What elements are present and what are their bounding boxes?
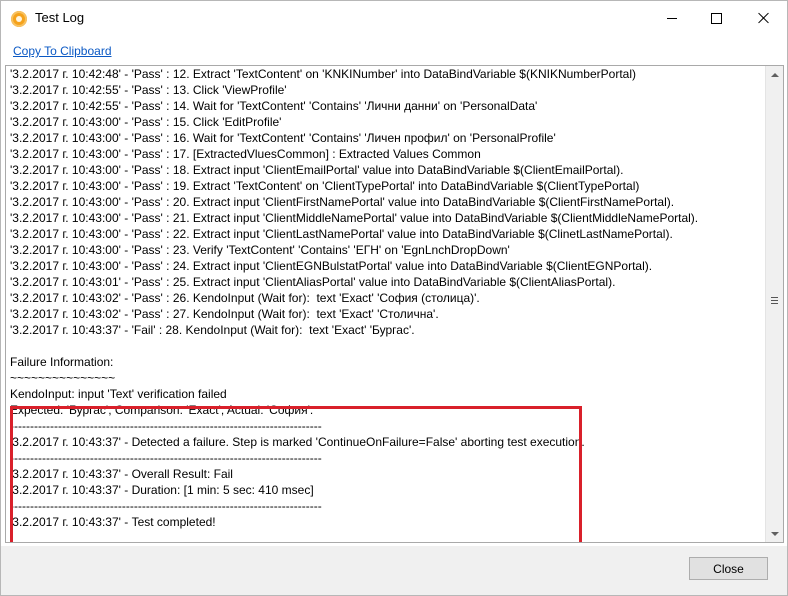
log-line: Failure Information: — [10, 355, 114, 369]
log-line: '3.2.2017 г. 10:42:55' - 'Pass' : 14. Wa… — [10, 99, 538, 113]
close-window-button[interactable] — [741, 1, 787, 35]
log-line: Expected: 'Бургас', Comparison: 'Exact',… — [10, 403, 314, 417]
maximize-button[interactable] — [693, 1, 739, 35]
log-line: ----------------------------------------… — [10, 499, 322, 513]
test-log-window: Test Log Copy To Clipboard '3.2.2017 г. … — [0, 0, 788, 596]
scroll-down-button[interactable] — [766, 525, 783, 542]
scroll-thumb[interactable] — [768, 278, 781, 322]
log-line: '3.2.2017 г. 10:43:37' - Detected a fail… — [10, 435, 585, 449]
log-line: '3.2.2017 г. 10:43:02' - 'Pass' : 27. Ke… — [10, 307, 439, 321]
log-line: '3.2.2017 г. 10:43:00' - 'Pass' : 21. Ex… — [10, 211, 699, 225]
close-button[interactable]: Close — [689, 557, 768, 580]
log-line: '3.2.2017 г. 10:43:00' - 'Pass' : 16. Wa… — [10, 131, 556, 145]
minimize-button[interactable] — [649, 1, 695, 35]
log-line: '3.2.2017 г. 10:42:55' - 'Pass' : 13. Cl… — [10, 83, 287, 97]
app-icon — [11, 11, 27, 27]
log-line: '3.2.2017 г. 10:43:00' - 'Pass' : 23. Ve… — [10, 243, 510, 257]
minimize-icon — [667, 17, 677, 19]
log-line: '3.2.2017 г. 10:43:00' - 'Pass' : 20. Ex… — [10, 195, 675, 209]
dialog-footer — [1, 546, 787, 595]
log-textbox[interactable]: '3.2.2017 г. 10:42:48' - 'Pass' : 12. Ex… — [5, 65, 784, 543]
log-line: '3.2.2017 г. 10:43:02' - 'Pass' : 26. Ke… — [10, 291, 480, 305]
window-title: Test Log — [35, 10, 85, 25]
maximize-icon — [710, 12, 722, 24]
title-bar[interactable]: Test Log — [1, 1, 787, 37]
scroll-up-button[interactable] — [766, 66, 783, 83]
log-line: KendoInput: input 'Text' verification fa… — [10, 387, 227, 401]
scroll-down-arrow-icon — [770, 531, 779, 536]
log-line: '3.2.2017 г. 10:43:37' - Overall Result:… — [10, 467, 233, 481]
copy-to-clipboard-link[interactable]: Copy To Clipboard — [13, 44, 112, 58]
log-content: '3.2.2017 г. 10:42:48' - 'Pass' : 12. Ex… — [10, 66, 768, 542]
log-line: '3.2.2017 г. 10:43:00' - 'Pass' : 18. Ex… — [10, 163, 624, 177]
log-line: '3.2.2017 г. 10:43:01' - 'Pass' : 25. Ex… — [10, 275, 616, 289]
log-line: '3.2.2017 г. 10:42:48' - 'Pass' : 12. Ex… — [10, 67, 636, 81]
vertical-scrollbar[interactable] — [765, 66, 783, 542]
log-line: '3.2.2017 г. 10:43:00' - 'Pass' : 19. Ex… — [10, 179, 640, 193]
log-line: '3.2.2017 г. 10:43:00' - 'Pass' : 22. Ex… — [10, 227, 673, 241]
close-icon — [758, 12, 770, 24]
log-line: '3.2.2017 г. 10:43:37' - Duration: [1 mi… — [10, 483, 314, 497]
log-line: '3.2.2017 г. 10:43:00' - 'Pass' : 17. [E… — [10, 147, 481, 161]
log-line: ~~~~~~~~~~~~~~~ — [10, 371, 116, 385]
log-line: '3.2.2017 г. 10:43:37' - 'Fail' : 28. Ke… — [10, 323, 415, 337]
log-line: ----------------------------------------… — [10, 419, 322, 433]
log-line: '3.2.2017 г. 10:43:37' - Test completed! — [10, 515, 216, 529]
log-line: '3.2.2017 г. 10:43:00' - 'Pass' : 24. Ex… — [10, 259, 653, 273]
scroll-up-arrow-icon — [770, 72, 779, 77]
log-line: '3.2.2017 г. 10:43:00' - 'Pass' : 15. Cl… — [10, 115, 282, 129]
log-line: ----------------------------------------… — [10, 451, 322, 465]
scroll-grip-icon — [771, 296, 778, 304]
